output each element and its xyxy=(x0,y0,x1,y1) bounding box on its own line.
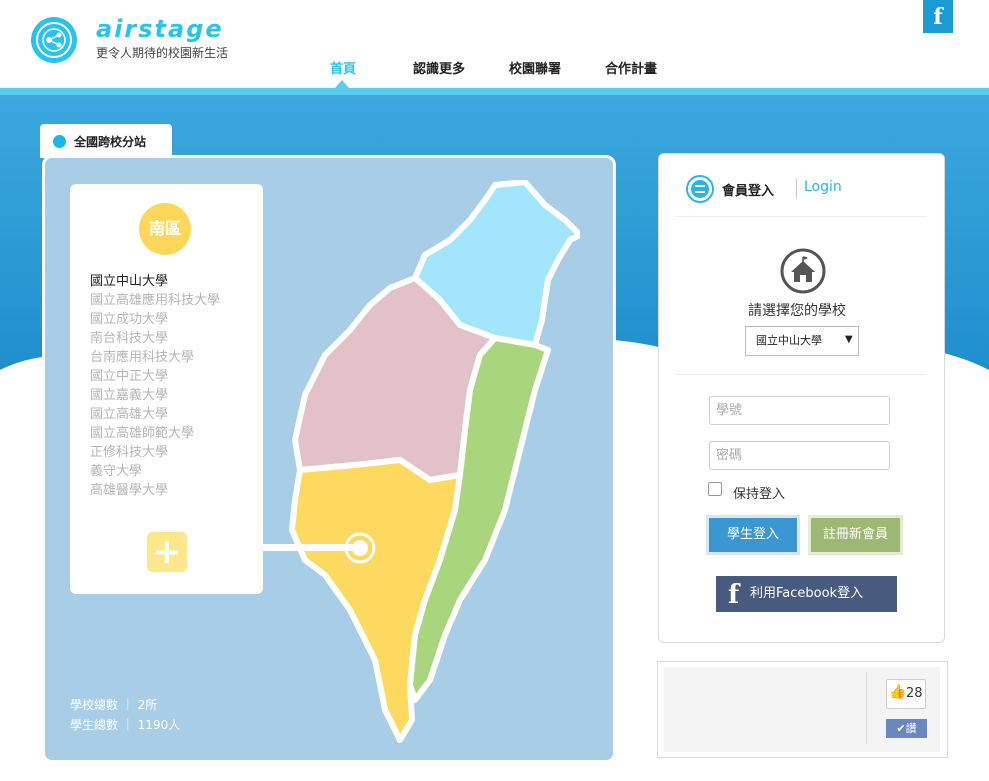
register-button[interactable]: 註冊新會員 xyxy=(808,515,903,555)
divider xyxy=(676,374,926,375)
thumbs-up-icon: 👍 xyxy=(889,684,907,700)
divider xyxy=(676,216,926,217)
logo-wordmark[interactable]: airstage xyxy=(96,16,224,42)
school-list-item[interactable]: 高雄醫學大學 xyxy=(90,481,220,500)
student-count-stat: 學生總數 ｜ 1190人 xyxy=(70,716,180,733)
school-list-item[interactable]: 國立中山大學 xyxy=(90,272,220,291)
taiwan-map xyxy=(289,180,580,743)
student-count-value: 1190人 xyxy=(137,718,181,732)
nav-partnership[interactable]: 合作計畫 xyxy=(605,58,657,77)
school-list-item[interactable]: 正修科技大學 xyxy=(90,443,220,462)
school-count-value: 2所 xyxy=(137,698,158,712)
region-badge: 南區 xyxy=(139,203,191,255)
airstage-logo-icon[interactable] xyxy=(30,16,78,64)
school-list-item[interactable]: 國立高雄師範大學 xyxy=(90,424,220,443)
school-select[interactable]: 國立中山大學 xyxy=(745,326,859,356)
list-connector-line xyxy=(263,544,353,551)
remember-label: 保持登入 xyxy=(733,487,786,502)
like-count: 28 xyxy=(906,686,923,701)
nav-campus-petition[interactable]: 校園聯署 xyxy=(509,58,561,77)
school-count-label: 學校總數 xyxy=(70,698,119,712)
school-list-item[interactable]: 國立高雄應用科技大學 xyxy=(90,291,220,310)
student-login-button[interactable]: 學生登入 xyxy=(706,515,800,555)
nav-active-indicator xyxy=(335,80,349,88)
chevron-down-icon: ▼ xyxy=(845,334,853,345)
remember-checkbox[interactable] xyxy=(708,482,722,496)
login-title-divider xyxy=(796,179,797,199)
add-school-button[interactable]: + xyxy=(147,532,187,572)
facebook-icon: f xyxy=(728,580,740,610)
header-accent-bar xyxy=(0,88,989,95)
stat-divider: ｜ xyxy=(121,698,138,712)
password-field[interactable] xyxy=(709,441,890,470)
nav-learn-more[interactable]: 認識更多 xyxy=(413,58,465,77)
map-tab-dot-icon xyxy=(53,135,66,148)
student-count-label: 學生總數 xyxy=(70,718,119,732)
facebook-login-button[interactable]: 利用Facebook登入 xyxy=(716,576,897,612)
school-list-item[interactable]: 台南應用科技大學 xyxy=(90,348,220,367)
login-logo-icon xyxy=(686,175,714,203)
school-list-item[interactable]: 國立成功大學 xyxy=(90,310,220,329)
school-list-item[interactable]: 國立嘉義大學 xyxy=(90,386,220,405)
school-house-icon xyxy=(780,248,826,294)
logo-tagline: 更令人期待的校園新生活 xyxy=(96,46,229,60)
facebook-icon[interactable]: f xyxy=(923,0,953,33)
stat-divider: ｜ xyxy=(121,718,138,732)
divider xyxy=(866,672,867,744)
login-title-en: Login xyxy=(804,179,842,195)
map-tab-label: 全國跨校分站 xyxy=(74,135,147,149)
login-title: 會員登入 xyxy=(722,184,775,199)
like-button[interactable]: ✔讚 xyxy=(886,719,927,738)
school-list: 國立中山大學 國立高雄應用科技大學 國立成功大學 南台科技大學 台南應用科技大學… xyxy=(90,272,220,500)
school-list-item[interactable]: 國立高雄大學 xyxy=(90,405,220,424)
school-list-item[interactable]: 南台科技大學 xyxy=(90,329,220,348)
map-marker-inner xyxy=(352,540,368,556)
school-count-stat: 學校總數 ｜ 2所 xyxy=(70,696,157,713)
nav-home[interactable]: 首頁 xyxy=(330,58,356,77)
school-list-item[interactable]: 國立中正大學 xyxy=(90,367,220,386)
student-id-field[interactable] xyxy=(709,396,890,425)
choose-school-label: 請選擇您的學校 xyxy=(748,303,846,319)
school-list-item[interactable]: 義守大學 xyxy=(90,462,220,481)
